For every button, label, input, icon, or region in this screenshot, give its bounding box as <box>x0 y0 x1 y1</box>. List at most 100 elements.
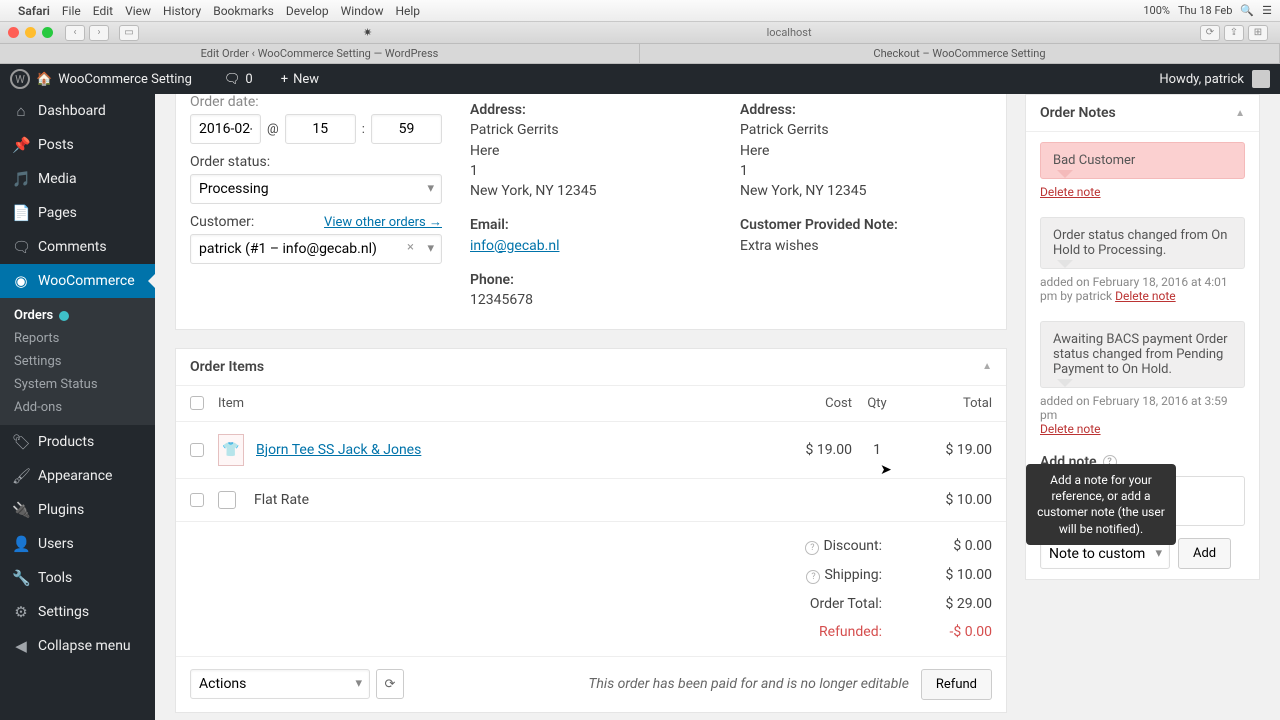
delete-note-link[interactable]: Delete note <box>1115 289 1176 303</box>
sidebar-sub-reports[interactable]: Reports <box>0 327 155 350</box>
shipping-name: Flat Rate <box>254 492 782 508</box>
browser-toolbar: ‹ › ▭ ✷ localhost ⟳ ⇪ ⊞ <box>0 22 1280 44</box>
howdy[interactable]: Howdy, patrick <box>1159 72 1244 87</box>
tooltip: Add a note for your reference, or add a … <box>1026 464 1176 545</box>
customer-select[interactable] <box>190 234 442 264</box>
sidebar-label: Pages <box>38 205 77 221</box>
col-qty: Qty <box>852 396 902 411</box>
gear-icon: ⚙ <box>12 603 30 621</box>
clock: Thu 18 Feb <box>1178 4 1232 17</box>
share-button[interactable]: ⇪ <box>1224 25 1244 41</box>
billing-name: Patrick Gerrits <box>470 120 712 140</box>
avatar[interactable] <box>1252 70 1270 88</box>
clear-icon[interactable]: × <box>407 240 414 255</box>
product-link[interactable]: Bjorn Tee SS Jack & Jones <box>256 442 421 458</box>
site-name[interactable]: WooCommerce Setting <box>58 72 192 87</box>
sidebar-item-users[interactable]: 👤Users <box>0 527 155 561</box>
sidebar-item-pages[interactable]: 📄Pages <box>0 196 155 230</box>
search-icon[interactable]: 🔍 <box>1240 4 1254 17</box>
menu-file[interactable]: File <box>62 4 81 18</box>
order-notes-title: Order Notes <box>1040 105 1116 121</box>
menu-bookmarks[interactable]: Bookmarks <box>213 4 274 18</box>
order-status-select[interactable] <box>190 174 442 204</box>
menu-help[interactable]: Help <box>395 4 420 18</box>
tab-2[interactable]: Checkout – WooCommerce Setting <box>640 44 1280 63</box>
collapse-icon[interactable]: ▲ <box>1235 108 1245 119</box>
sidebar-item-tools[interactable]: 🔧Tools <box>0 561 155 595</box>
home-icon[interactable]: 🏠 <box>36 72 52 87</box>
sidebar-item-settings[interactable]: ⚙Settings <box>0 595 155 629</box>
sidebar-item-woocommerce[interactable]: ◉WooCommerce <box>0 264 155 298</box>
sidebar-item-comments[interactable]: 🗨Comments <box>0 230 155 264</box>
forward-button[interactable]: › <box>89 25 109 41</box>
shipping-total: $ 10.00 <box>902 492 992 508</box>
delete-note-link[interactable]: Delete note <box>1040 185 1101 199</box>
menu-view[interactable]: View <box>125 4 151 18</box>
sidebar-button[interactable]: ▭ <box>119 25 139 41</box>
add-note-button[interactable]: Add <box>1178 538 1231 569</box>
extension-icon[interactable]: ✷ <box>363 26 372 39</box>
customer-email-link[interactable]: info@gecab.nl <box>470 238 559 254</box>
shipping-name: Patrick Gerrits <box>740 120 992 140</box>
sidebar-item-dashboard[interactable]: ⌂Dashboard <box>0 94 155 128</box>
reader-button[interactable]: ⟳ <box>1200 25 1220 41</box>
user-icon: 👤 <box>12 535 30 553</box>
discount-label: Discount: <box>823 538 882 554</box>
row-checkbox[interactable] <box>190 443 204 457</box>
sidebar-collapse[interactable]: ◀Collapse menu <box>0 629 155 663</box>
wp-logo-icon[interactable]: W <box>10 69 30 89</box>
sidebar-item-plugins[interactable]: 🔌Plugins <box>0 493 155 527</box>
row-total: $ 19.00 <box>902 442 992 458</box>
shipping-label: Shipping: <box>824 567 882 583</box>
menu-window[interactable]: Window <box>341 4 384 18</box>
order-date-input[interactable] <box>190 114 261 144</box>
sidebar-label: Orders <box>14 308 53 323</box>
menu-edit[interactable]: Edit <box>93 4 113 18</box>
help-icon[interactable]: ? <box>805 541 819 555</box>
menu-icon[interactable]: ☰ <box>1262 4 1272 17</box>
comments-count[interactable]: 🗨 0 <box>224 72 253 87</box>
sidebar-submenu: Orders Reports Settings System Status Ad… <box>0 298 155 425</box>
url-bar[interactable]: localhost <box>388 26 1190 39</box>
billing-line3: New York, NY 12345 <box>470 181 712 201</box>
note-meta: added on February 18, 2016 at 3:59 pm <box>1040 394 1228 422</box>
order-hour-input[interactable] <box>285 114 356 144</box>
sidebar-sub-status[interactable]: System Status <box>0 373 155 396</box>
sidebar-item-posts[interactable]: 📌Posts <box>0 128 155 162</box>
sidebar-label: Media <box>38 171 77 187</box>
menu-history[interactable]: History <box>163 4 201 18</box>
sidebar-item-appearance[interactable]: 🖌Appearance <box>0 459 155 493</box>
sidebar-label: Dashboard <box>38 103 106 119</box>
app-name[interactable]: Safari <box>18 4 50 18</box>
view-other-orders-link[interactable]: View other orders → <box>324 214 442 234</box>
tabs-button[interactable]: ⊞ <box>1248 25 1268 41</box>
select-all-checkbox[interactable] <box>190 396 204 410</box>
order-minute-input[interactable] <box>371 114 442 144</box>
sidebar-sub-addons[interactable]: Add-ons <box>0 396 155 419</box>
at-label: @ <box>267 122 279 137</box>
row-checkbox[interactable] <box>190 493 204 507</box>
paid-message: This order has been paid for and is no l… <box>404 676 921 692</box>
tab-1[interactable]: Edit Order ‹ WooCommerce Setting — WordP… <box>0 44 640 63</box>
apply-button[interactable]: ⟳ <box>376 669 404 699</box>
comment-icon: 🗨 <box>12 238 30 256</box>
menu-develop[interactable]: Develop <box>286 4 329 18</box>
shipping-icon <box>218 491 236 509</box>
media-icon: 🎵 <box>12 170 30 188</box>
collapse-icon[interactable]: ▲ <box>982 361 992 372</box>
wp-admin-bar: W 🏠 WooCommerce Setting 🗨 0 + New Howdy,… <box>0 64 1280 94</box>
refund-button[interactable]: Refund <box>921 669 992 700</box>
delete-note-link[interactable]: Delete note <box>1040 422 1101 436</box>
wrench-icon: 🔧 <box>12 569 30 587</box>
back-button[interactable]: ‹ <box>65 25 85 41</box>
sidebar-sub-settings[interactable]: Settings <box>0 350 155 373</box>
sidebar-item-products[interactable]: 🏷Products <box>0 425 155 459</box>
new-button[interactable]: + New <box>281 72 319 87</box>
sidebar-sub-orders[interactable]: Orders <box>0 304 155 327</box>
actions-select[interactable] <box>190 669 370 699</box>
window-controls[interactable] <box>8 27 53 38</box>
billing-line2: 1 <box>470 161 712 181</box>
sidebar-item-media[interactable]: 🎵 Media <box>0 162 155 196</box>
phone-label: Phone: <box>470 270 712 290</box>
help-icon[interactable]: ? <box>806 570 820 584</box>
